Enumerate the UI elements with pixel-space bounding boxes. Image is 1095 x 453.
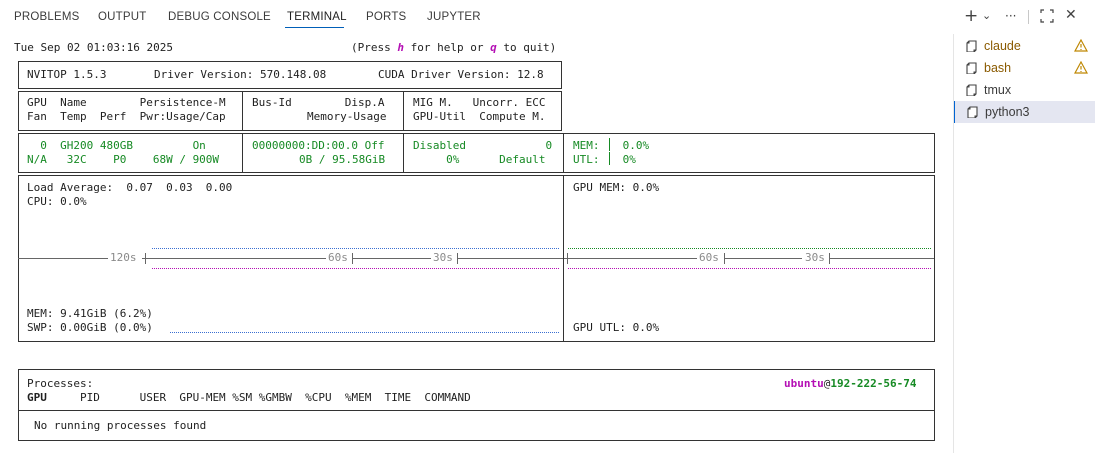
cpu-usage: CPU: 0.0% xyxy=(27,195,87,208)
terminal-item-label: claude xyxy=(984,39,1021,53)
gpu-utl-value: 0% xyxy=(616,153,636,166)
axis-label-60s: 60s xyxy=(328,251,348,264)
gpu-mem-value: 0.0% xyxy=(616,139,650,152)
divider xyxy=(1028,10,1029,24)
gpu-mem-graph-label: GPU MEM: 0.0% xyxy=(573,181,660,194)
axis-line xyxy=(353,258,431,259)
divider xyxy=(242,91,243,131)
panel-tab-bar: PROBLEMS OUTPUT DEBUG CONSOLE TERMINAL P… xyxy=(0,0,953,34)
help-hint: (Press h for help or q to quit) xyxy=(351,41,557,54)
more-actions-icon[interactable]: ··· xyxy=(1005,9,1016,23)
terminal-item-python3[interactable]: python3 xyxy=(954,101,1095,123)
swap-history-line xyxy=(170,332,559,333)
close-icon[interactable]: ✕ xyxy=(1065,7,1077,23)
cpu-history-line xyxy=(152,248,559,249)
terminal-item-bash[interactable]: bash xyxy=(954,57,1095,79)
terminal-icon xyxy=(966,62,977,74)
gpu-power-row: N/A 32C P0 68W / 900W xyxy=(27,153,220,166)
driver-version: Driver Version: 570.148.08 xyxy=(154,68,327,81)
gpu-axis-label-60s: 60s xyxy=(699,251,719,264)
col-header-mig: MIG M. Uncorr. ECC xyxy=(413,96,546,109)
gpu-memory-usage: 0B / 95.58GiB xyxy=(299,153,386,166)
tab-terminal[interactable]: TERMINAL xyxy=(287,11,347,23)
axis-label-30s: 30s xyxy=(433,251,453,264)
processes-title: Processes: xyxy=(27,377,94,390)
no-processes-message: No running processes found xyxy=(34,419,207,432)
axis-line xyxy=(142,258,326,259)
tab-ports[interactable]: PORTS xyxy=(366,11,406,23)
chevron-down-icon[interactable]: ⌄ xyxy=(982,9,991,22)
gpu-mem-history-line xyxy=(568,248,931,249)
terminal-list: claude bash tmux python3 xyxy=(953,34,1095,453)
terminal-timestamp: Tue Sep 02 01:03:16 2025 xyxy=(14,41,173,54)
divider xyxy=(403,91,404,131)
gpu-mig-ecc: Disabled 0 xyxy=(413,139,553,152)
gpu-name-row: 0 GH200 480GB On xyxy=(27,139,206,152)
axis-tick xyxy=(145,253,146,264)
process-columns: GPU PID USER GPU-MEM %SM %GMBW %CPU %MEM… xyxy=(27,391,471,404)
terminal-item-tmux[interactable]: tmux xyxy=(954,79,1095,101)
axis-line xyxy=(830,258,934,259)
axis-tick xyxy=(567,253,568,264)
divider xyxy=(242,133,243,173)
divider xyxy=(18,410,935,411)
terminal-icon xyxy=(966,84,977,96)
col-header-gpu: GPU Name Persistence-M xyxy=(27,96,226,109)
col-header-fan: Fan Temp Perf Pwr:Usage/Cap xyxy=(27,110,226,123)
gpu-utl-history-line xyxy=(568,268,931,269)
warning-icon xyxy=(1074,39,1088,52)
gpu-utl-graph-label: GPU UTL: 0.0% xyxy=(573,321,660,334)
user-host: ubuntu@192-222-56-74 xyxy=(784,377,917,390)
cuda-version: CUDA Driver Version: 12.8 xyxy=(378,68,544,81)
terminal-icon xyxy=(966,40,977,52)
axis-line xyxy=(18,258,108,259)
tab-output[interactable]: OUTPUT xyxy=(98,11,146,23)
panel-actions: + ⌄ ··· ✕ xyxy=(953,6,1095,28)
gpu-axis-label-30s: 30s xyxy=(805,251,825,264)
gpu-util-compute: 0% Default xyxy=(413,153,546,166)
terminal-item-label: tmux xyxy=(984,83,1012,97)
col-header-busid: Bus-Id Disp.A xyxy=(252,96,385,109)
terminal-item-label: bash xyxy=(984,61,1012,75)
host-swap: SWP: 0.00GiB (0.0%) xyxy=(27,321,153,334)
tab-problems[interactable]: PROBLEMS xyxy=(14,11,80,23)
divider xyxy=(609,138,610,151)
maximize-icon[interactable] xyxy=(1040,8,1054,27)
tab-debug-console[interactable]: DEBUG CONSOLE xyxy=(168,11,271,23)
divider xyxy=(609,152,610,165)
axis-label-120s: 120s xyxy=(110,251,137,264)
mem-history-line xyxy=(152,268,559,269)
terminal-item-claude[interactable]: claude xyxy=(954,35,1095,57)
host-memory: MEM: 9.41GiB (6.2%) xyxy=(27,307,153,320)
axis-line xyxy=(458,258,563,259)
gpu-bus-id: 00000000:DD:00.0 Off xyxy=(252,139,385,152)
divider xyxy=(563,133,564,173)
terminal-icon xyxy=(967,106,978,118)
axis-line xyxy=(564,258,697,259)
col-header-util: GPU-Util Compute M. xyxy=(413,110,546,123)
nvitop-version: NVITOP 1.5.3 xyxy=(27,68,107,81)
terminal-item-label: python3 xyxy=(985,105,1030,119)
tab-jupyter[interactable]: JUPYTER xyxy=(427,11,481,23)
col-header-memory: Memory-Usage xyxy=(307,110,387,123)
load-average: Load Average: 0.07 0.03 0.00 xyxy=(27,181,233,194)
gpu-utl-label: UTL: xyxy=(573,153,600,166)
warning-icon xyxy=(1074,61,1088,74)
active-tab-indicator xyxy=(285,27,344,28)
new-terminal-icon[interactable]: + xyxy=(964,6,978,26)
divider xyxy=(403,133,404,173)
gpu-mem-label: MEM: xyxy=(573,139,600,152)
axis-line xyxy=(725,258,802,259)
